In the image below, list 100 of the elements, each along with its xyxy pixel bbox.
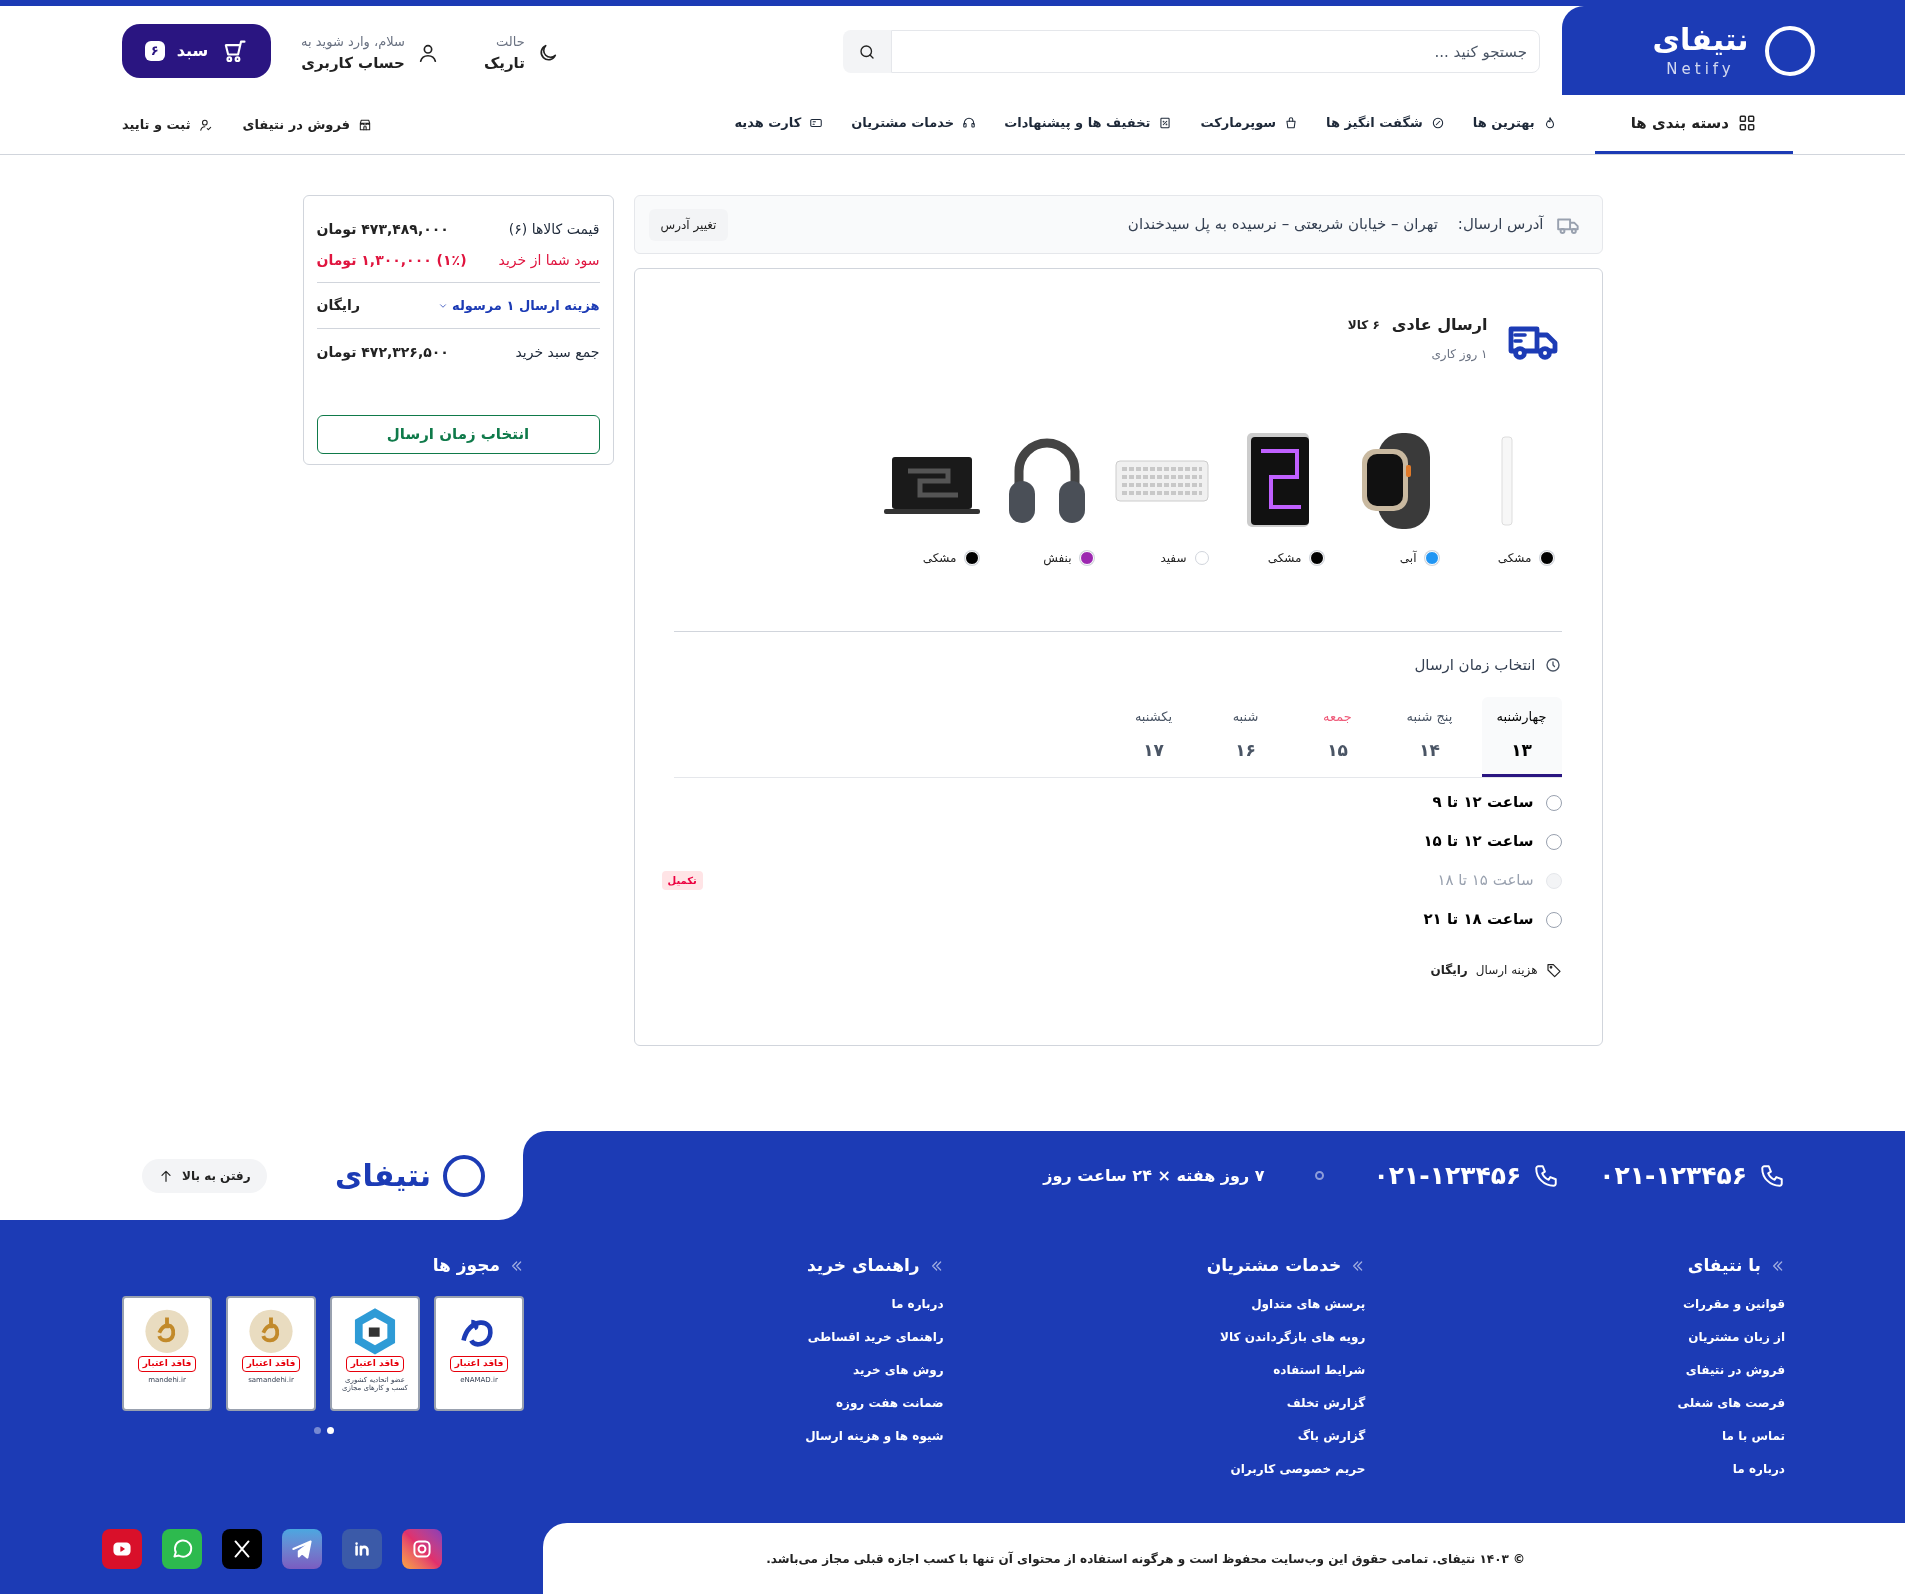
phone-number: ۰۲۱-۱۲۳۴۵۶: [1599, 1159, 1747, 1192]
telegram-button[interactable]: [281, 1528, 322, 1569]
footer-link[interactable]: ضمانت هفت روزه: [524, 1393, 944, 1414]
ring-logo-icon: [1764, 25, 1815, 76]
full-badge: تکمیل: [661, 871, 703, 890]
schedule-button[interactable]: انتخاب زمان ارسال: [316, 415, 600, 454]
nav-item[interactable]: تخفیف ها و پیشنهادات: [990, 95, 1187, 154]
schedule-title: انتخاب زمان ارسال: [1414, 655, 1536, 676]
time-slot-label: ساعت ۱۵ تا ۱۸: [1437, 870, 1534, 892]
footer-link[interactable]: پرسش های متداول: [943, 1294, 1366, 1315]
theme-label: حالت: [495, 33, 525, 51]
color-name: مشکی: [1497, 550, 1532, 567]
cost-label: هزینه ارسال: [1475, 961, 1538, 979]
support-hours: ۷ روز هفته × ۲۴ ساعت روز: [1043, 1164, 1265, 1187]
seal-status: فاقد اعتبار: [137, 1356, 197, 1372]
user-check-icon: [198, 117, 213, 132]
footer-link[interactable]: راهنمای خرید اقساطی: [524, 1327, 944, 1348]
logo-subtitle: Netify: [1666, 59, 1735, 80]
footer-link[interactable]: شرایط استفاده: [943, 1360, 1366, 1381]
seal-status: فاقد اعتبار: [449, 1356, 509, 1372]
nav-item[interactable]: کارت هدیه: [720, 95, 838, 154]
summary-label: سود شما از خرید: [498, 251, 600, 271]
footer-link[interactable]: گزارش باگ: [943, 1426, 1366, 1447]
cart-button[interactable]: سبد ۶: [122, 24, 271, 78]
color-name: سفید: [1160, 550, 1187, 567]
footer-link[interactable]: درباره ما: [1365, 1459, 1785, 1480]
summary-label: قیمت کالاها (۶): [508, 219, 600, 239]
phone-icon: [1533, 1162, 1560, 1189]
store-icon: [358, 117, 373, 132]
radio-button[interactable]: [1545, 911, 1562, 928]
nav-item[interactable]: خدمات مشتریان: [837, 95, 991, 154]
youtube-button[interactable]: [101, 1528, 142, 1569]
instagram-button[interactable]: [401, 1528, 442, 1569]
day-tab[interactable]: یکشنبه ۱۷: [1113, 696, 1194, 777]
cost-value: رایگان: [1430, 961, 1468, 979]
greeting-text: سلام، وارد شوید به: [301, 33, 405, 52]
day-tab[interactable]: جمعه ۱۵: [1297, 696, 1378, 777]
color-name: بنفش: [1043, 550, 1072, 567]
delivery-duration: ۱ روز کاری: [1430, 346, 1488, 363]
copyright-text: © ۱۴۰۳ نتیفای. تمامی حقوق این وب‌سایت محفوظ است و هرگونه استفاده از محتوای آن تنها با کسب اجازه قبلی مجاز می‌باشد.: [543, 1523, 1905, 1594]
ring-logo-icon: [443, 1154, 485, 1197]
badge-icon: [1430, 116, 1445, 130]
grid-icon: [1737, 113, 1757, 133]
column-title: با نتیفای: [1687, 1254, 1761, 1278]
shipping-cost-link[interactable]: هزینه ارسال ۱ مرسوله: [438, 295, 600, 316]
column-title: خدمات مشتریان: [1206, 1254, 1342, 1278]
cart-count: ۶: [144, 41, 165, 61]
item-count: ۶ کالا: [1347, 317, 1380, 334]
column-title: راهنمای خرید: [807, 1254, 920, 1278]
search-button[interactable]: [843, 30, 891, 73]
footer-link[interactable]: حریم خصوصی کاربران: [943, 1459, 1366, 1480]
theme-toggle[interactable]: حالت تاریک: [483, 32, 559, 74]
radio-button[interactable]: [1545, 833, 1562, 850]
whatsapp-button[interactable]: [161, 1528, 202, 1569]
footer-link[interactable]: فروش در نتیفای: [1365, 1360, 1785, 1381]
search-field[interactable]: جستجو کنید ...: [891, 30, 1540, 73]
color-name: مشکی: [1267, 550, 1302, 567]
nav-item[interactable]: بهترین ها: [1458, 95, 1571, 154]
day-tab[interactable]: پنج شنبه ۱۴: [1389, 696, 1470, 777]
phone-number: ۰۲۱-۱۲۳۴۵۶: [1373, 1159, 1522, 1192]
footer-link[interactable]: تماس با ما: [1365, 1426, 1785, 1447]
time-slot-label: ساعت ۱۲ تا ۱۵: [1423, 831, 1534, 853]
nav-item[interactable]: دسته بندی ها: [1594, 95, 1793, 154]
address-label: آدرس ارسال:: [1457, 214, 1544, 236]
color-name: آبی: [1399, 549, 1417, 567]
time-slot-label: ساعت ۱۲ تا ۹: [1432, 792, 1534, 814]
footer-link[interactable]: قوانین و مقررات: [1365, 1294, 1785, 1315]
footer-link[interactable]: درباره ما: [524, 1294, 944, 1315]
change-address-button[interactable]: تغییر آدرس: [648, 208, 729, 241]
time-slot-label: ساعت ۱۸ تا ۲۱: [1423, 909, 1534, 931]
nav-link[interactable]: فروش در نتیفای: [242, 95, 373, 154]
summary-label: جمع سبد خرید: [515, 342, 600, 363]
address-text: تهران – خیابان شریعتی – نرسیده به پل سیدخندان: [1127, 214, 1438, 236]
back-to-top-button[interactable]: رفتن به بالا: [142, 1158, 267, 1193]
footer-link[interactable]: از زبان مشتریان: [1365, 1327, 1785, 1348]
account-label: حساب کاربری: [301, 52, 405, 74]
footer-link[interactable]: رویه های بازگرداندن کالا: [943, 1327, 1366, 1348]
nav-link[interactable]: ثبت و تایید: [122, 95, 213, 154]
footer-logo-text: نتیفای: [334, 1157, 431, 1195]
day-tab[interactable]: شنبه ۱۶: [1205, 696, 1286, 777]
footer-link[interactable]: شیوه ها و هزینه ارسال: [524, 1426, 944, 1447]
linkedin-button[interactable]: [341, 1528, 382, 1569]
nav-item[interactable]: شگفت انگیز ها: [1312, 95, 1459, 154]
logo-text: نتیفای: [1652, 20, 1749, 58]
theme-value: تاریک: [483, 52, 525, 74]
summary-value: ۴۷۲,۳۲۶,۵۰۰ تومان: [316, 342, 449, 363]
footer-link[interactable]: روش های خرید: [524, 1360, 944, 1381]
basket-icon: [1284, 116, 1299, 130]
column-title: مجوز ها: [432, 1254, 500, 1278]
day-tab[interactable]: چهارشنبه ۱۳: [1481, 696, 1562, 777]
nav-item[interactable]: سوپرمارکت: [1186, 95, 1313, 154]
footer-link[interactable]: فرصت های شغلی: [1365, 1393, 1785, 1414]
card-icon: [809, 116, 824, 130]
x-button[interactable]: [221, 1528, 262, 1569]
account-link[interactable]: سلام، وارد شوید به حساب کاربری: [301, 32, 439, 74]
percent-icon: [1158, 116, 1173, 130]
shipment-title: ارسال عادی: [1391, 314, 1488, 336]
radio-button[interactable]: [1545, 794, 1562, 811]
seal-status: فاقد اعتبار: [241, 1356, 301, 1372]
footer-link[interactable]: گزارش تخلف: [943, 1393, 1366, 1414]
